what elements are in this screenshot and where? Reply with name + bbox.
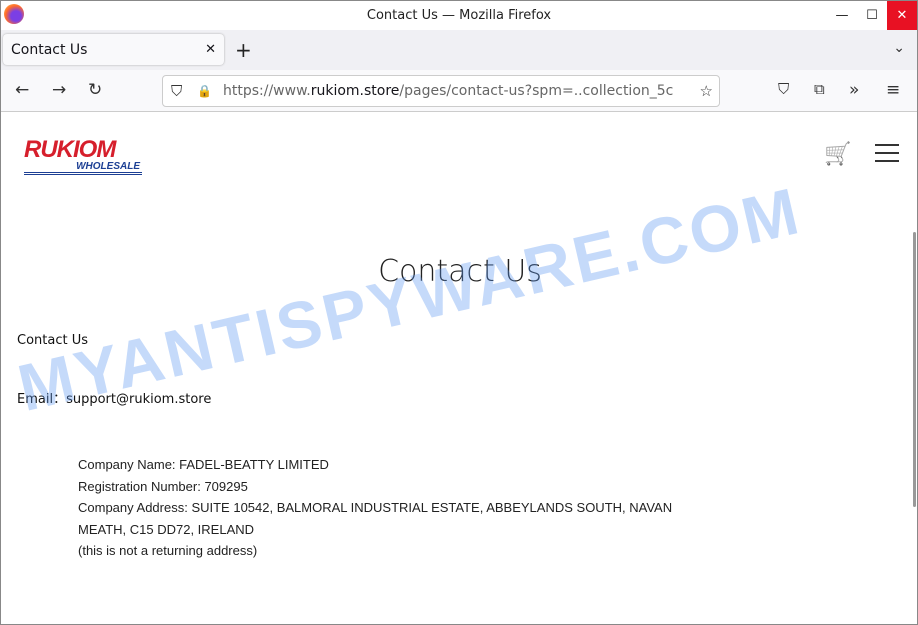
contact-subtitle: Contact Us [17,333,88,348]
email-text: Email：support@rukiom.store [17,392,212,407]
list-tabs-button[interactable]: ⌄ [893,40,905,56]
tab-label: Contact Us [11,41,88,58]
title-bar: Contact Us — Mozilla Firefox — ☐ ✕ [1,1,917,30]
registration-number: Registration Number: 709295 [78,478,248,494]
url-bar[interactable]: ⛉ 🔒 https://www. rukiom.store/pages/conta… [162,75,720,107]
bookmark-star-icon[interactable]: ☆ [696,82,713,100]
page-title: Contact Us [378,254,542,289]
logo-main-text: RUKIOM [24,136,116,163]
overflow-menu-icon[interactable]: » [849,80,859,100]
firefox-logo-icon [4,4,24,24]
logo-sub-text: WHOLESALE [24,162,142,175]
extensions-icon[interactable]: ⧉ [814,80,825,98]
forward-button[interactable]: → [52,80,66,100]
window-title: Contact Us — Mozilla Firefox [366,8,552,23]
cart-icon[interactable]: 🛒 [824,142,851,167]
back-button[interactable]: ← [15,80,29,100]
new-tab-button[interactable]: + [235,38,252,62]
lock-icon[interactable]: 🔒 [197,84,212,98]
company-address: Company Address: SUITE 10542, BALMORAL I… [78,500,673,515]
url-prefix: https://www. [223,83,311,99]
pocket-icon[interactable]: ⛉ [778,80,789,98]
company-address-cont: MEATH, C15 DD72, IRELAND [78,521,255,537]
scrollbar[interactable] [913,232,916,507]
page-content: RUKIOM WHOLESALE 🛒 Contact Us Contact Us… [1,112,917,625]
hamburger-menu-icon[interactable] [875,144,899,168]
company-info: Company Name: FADEL-BEATTY LIMITED Regis… [78,454,672,562]
maximize-button[interactable]: ☐ [857,1,887,30]
close-tab-icon[interactable]: ✕ [205,42,216,57]
url-domain: rukiom.store [310,83,400,99]
nav-bar: ← → ↻ ⛉ 🔒 https://www. rukiom.store/pages… [1,70,917,112]
app-menu-icon[interactable]: ≡ [886,80,900,100]
url-path: /pages/contact-us?spm=..collection_5c [399,83,674,99]
tab-contact-us[interactable]: Contact Us ✕ [3,34,224,65]
reload-button[interactable]: ↻ [88,80,102,100]
minimize-button[interactable]: — [827,1,857,30]
address-note: (this is not a returning address) [78,543,258,558]
site-logo[interactable]: RUKIOM WHOLESALE [24,138,142,175]
close-window-button[interactable]: ✕ [887,1,917,30]
shield-icon[interactable]: ⛉ [171,82,182,100]
company-name: Company Name: FADEL-BEATTY LIMITED [78,457,329,472]
tab-bar: Contact Us ✕ + ⌄ [1,30,917,70]
